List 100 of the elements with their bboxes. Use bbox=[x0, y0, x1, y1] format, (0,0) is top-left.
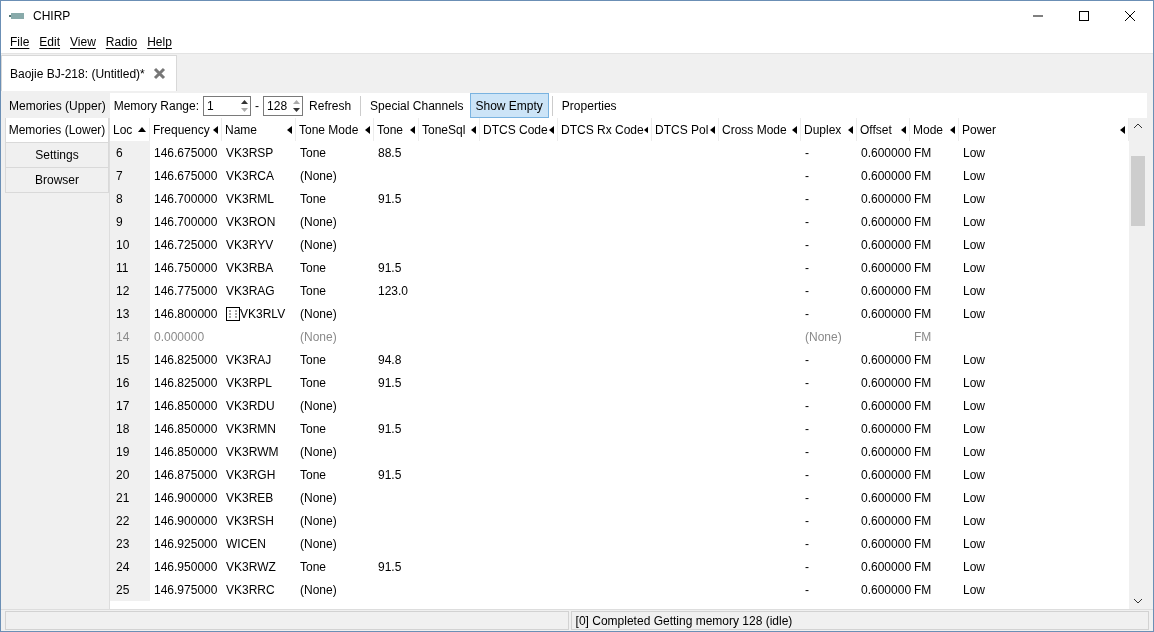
range-start-spinbox[interactable]: 1 bbox=[203, 95, 252, 116]
table-cell-text: - bbox=[804, 535, 810, 553]
row-number: 6 bbox=[110, 141, 150, 164]
special-channels-button[interactable]: Special Channels bbox=[364, 93, 470, 118]
row-number: 23 bbox=[110, 532, 150, 555]
table-cell-text: FM bbox=[913, 489, 933, 507]
table-cell-text: 146.675000 bbox=[153, 167, 219, 185]
table-cell-text: 0.600000 bbox=[860, 558, 910, 576]
table-cell-text: Low bbox=[962, 259, 986, 277]
table-cell-text: Low bbox=[962, 420, 986, 438]
column-header[interactable]: Duplex bbox=[801, 118, 857, 141]
range-end-spinbox[interactable]: 128 bbox=[263, 95, 304, 116]
column-header[interactable]: DTCS Rx Code bbox=[558, 118, 652, 141]
range-separator: - bbox=[254, 98, 261, 113]
table-cell-text: 146.850000 bbox=[153, 443, 219, 461]
side-tab[interactable]: Browser bbox=[5, 168, 109, 193]
row-number: 17 bbox=[110, 394, 150, 417]
table-cell-text: Tone bbox=[299, 420, 328, 438]
column-header[interactable]: Tone bbox=[374, 118, 419, 141]
row-number: 11 bbox=[110, 256, 150, 279]
table-cell-text: Low bbox=[962, 581, 986, 599]
table-cell-text: VK3RDU bbox=[225, 397, 276, 415]
row-number: 19 bbox=[110, 440, 150, 463]
table-cell-text: 0.000000 bbox=[153, 328, 206, 346]
table-cell-text: FM bbox=[913, 328, 933, 346]
menu-item[interactable]: Help bbox=[142, 35, 177, 49]
row-number: 8 bbox=[110, 187, 150, 210]
table-cell-text: 146.975000 bbox=[153, 581, 219, 599]
table-cell-text: - bbox=[804, 259, 810, 277]
row-number: 10 bbox=[110, 233, 150, 256]
table-cell-text: 146.850000 bbox=[153, 397, 219, 415]
table-cell-text: VK3RML bbox=[225, 190, 276, 208]
table-cell-text: 91.5 bbox=[377, 259, 403, 277]
table-cell-text: (None) bbox=[299, 328, 338, 346]
table-cell-text: - bbox=[804, 558, 810, 576]
column-header[interactable]: ToneSql bbox=[419, 118, 480, 141]
table-cell-text: 0.600000 bbox=[860, 374, 910, 392]
table-cell-text: 0.600000 bbox=[860, 581, 910, 599]
table-cell-text: 0.600000 bbox=[860, 305, 910, 323]
table-cell-text: Tone bbox=[299, 466, 328, 484]
table-cell-text: 146.950000 bbox=[153, 558, 219, 576]
table-cell-text: 0.600000 bbox=[860, 535, 910, 553]
table-cell-text: Tone bbox=[299, 558, 328, 576]
table-cell-text: Low bbox=[962, 213, 986, 231]
vertical-scrollbar[interactable] bbox=[1129, 118, 1147, 609]
column-header[interactable]: Mode bbox=[910, 118, 959, 141]
table-cell-text: 91.5 bbox=[377, 190, 403, 208]
close-icon[interactable] bbox=[152, 67, 166, 80]
table-cell-text: Low bbox=[962, 489, 986, 507]
menu-item[interactable]: View bbox=[65, 35, 101, 49]
table-cell-text: (None) bbox=[299, 236, 338, 254]
table-cell-text: 146.750000 bbox=[153, 259, 219, 277]
table-cell-text: 146.825000 bbox=[153, 351, 219, 369]
document-tab[interactable]: Baojie BJ-218: (Untitled)* bbox=[1, 55, 177, 91]
table-cell-text: - bbox=[804, 167, 810, 185]
menu-item[interactable]: Radio bbox=[100, 35, 143, 49]
properties-button[interactable]: Properties bbox=[555, 93, 623, 118]
table-cell-text: - bbox=[804, 351, 810, 369]
memories-upper-tab[interactable]: Memories (Upper) bbox=[5, 93, 110, 118]
column-header[interactable]: Name bbox=[222, 118, 296, 141]
table-cell-text: Low bbox=[962, 397, 986, 415]
table-cell-text: - bbox=[804, 236, 810, 254]
table-cell-text: (None) bbox=[299, 535, 338, 553]
column-header[interactable]: DTCS Code bbox=[480, 118, 558, 141]
table-cell-text: 91.5 bbox=[377, 420, 403, 438]
column-header[interactable]: Tone Mode bbox=[296, 118, 374, 141]
table-cell-text: (None) bbox=[299, 167, 338, 185]
scroll-down-icon[interactable] bbox=[1133, 598, 1143, 604]
scroll-up-icon[interactable] bbox=[1133, 123, 1143, 129]
table-cell-text: 94.8 bbox=[377, 351, 403, 369]
table-cell-text: 146.700000 bbox=[153, 190, 219, 208]
column-header[interactable]: Offset bbox=[857, 118, 910, 141]
refresh-button[interactable]: Refresh bbox=[303, 93, 358, 118]
table-cell-text: 0.600000 bbox=[860, 466, 910, 484]
column-header[interactable]: Cross Mode bbox=[719, 118, 801, 141]
table-cell-text: 0.600000 bbox=[860, 167, 910, 185]
table-cell-text: - bbox=[804, 144, 810, 162]
side-tab[interactable]: Settings bbox=[5, 143, 109, 168]
row-number: 25 bbox=[110, 578, 150, 601]
side-tab[interactable]: Memories (Lower) bbox=[5, 118, 109, 143]
table-cell-text: 146.900000 bbox=[153, 512, 219, 530]
column-header[interactable]: DTCS Pol bbox=[652, 118, 719, 141]
table-cell-text: Tone bbox=[299, 351, 328, 369]
menu-item[interactable]: File bbox=[5, 35, 35, 49]
table-cell-text: Low bbox=[962, 374, 986, 392]
table-cell-text: Tone bbox=[299, 282, 328, 300]
table-cell-text: (None) bbox=[299, 397, 338, 415]
table-cell-text: - bbox=[804, 213, 810, 231]
row-number: 16 bbox=[110, 371, 150, 394]
table-cell-text: VK3RMN bbox=[225, 420, 277, 438]
menu-item[interactable]: Edit bbox=[34, 35, 66, 49]
table-cell-text: 146.725000 bbox=[153, 236, 219, 254]
table-cell-text: - bbox=[804, 466, 810, 484]
table-cell-text: - bbox=[804, 489, 810, 507]
table-cell-text: Low bbox=[962, 236, 986, 254]
column-header[interactable]: Frequency bbox=[150, 118, 222, 141]
show-empty-button[interactable]: Show Empty bbox=[469, 93, 549, 118]
scrollbar-thumb[interactable] bbox=[1131, 156, 1145, 226]
table-cell-text: WICEN bbox=[225, 535, 267, 553]
table-cell-text: Low bbox=[962, 190, 986, 208]
